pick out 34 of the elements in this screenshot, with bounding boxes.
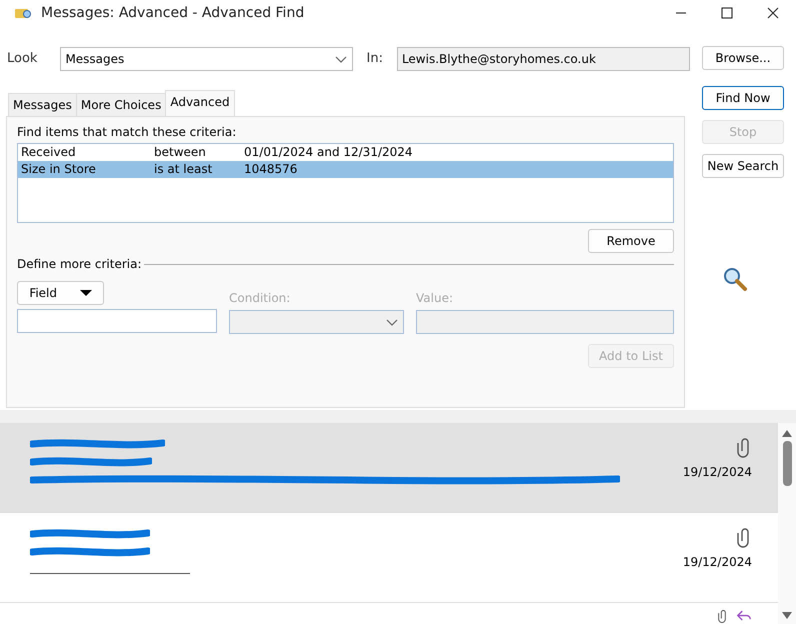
app-icon <box>14 6 32 20</box>
message-date: 19/12/2024 <box>682 464 752 481</box>
message-item[interactable]: 19/12/2024 <box>0 423 778 513</box>
criteria-row[interactable]: Size in Store is at least 1048576 <box>18 161 673 178</box>
browse-button[interactable]: Browse... <box>702 46 784 70</box>
folder-field: Lewis.Blythe@storyhomes.co.uk <box>396 47 690 71</box>
field-input[interactable] <box>17 309 217 333</box>
define-heading: Define more criteria: <box>17 256 142 273</box>
action-button[interactable]: New Search <box>702 154 784 178</box>
tab[interactable]: Messages <box>8 93 77 116</box>
tab[interactable]: Advanced <box>165 90 235 116</box>
value-label: Value: <box>416 291 453 305</box>
look-label: Look <box>7 50 38 68</box>
magnifier-icon <box>722 266 748 292</box>
tab[interactable]: More Choices <box>76 93 166 116</box>
window-title: Messages: Advanced - Advanced Find <box>41 4 306 22</box>
field-button[interactable]: Field <box>17 281 104 305</box>
maximize-icon <box>721 7 733 19</box>
action-button[interactable]: Find Now <box>702 86 784 110</box>
remove-button[interactable]: Remove <box>588 229 674 253</box>
condition-label: Condition: <box>229 291 290 305</box>
scrollbar-thumb[interactable] <box>782 441 792 486</box>
scroll-up-icon <box>782 429 792 437</box>
caret-down-icon <box>80 289 92 297</box>
criteria-row[interactable]: Received between 01/01/2024 and 12/31/2024 <box>18 144 673 161</box>
in-label: In: <box>366 50 383 68</box>
message-date: 19/12/2024 <box>682 554 752 571</box>
criteria-heading: Find items that match these criteria: <box>17 125 236 139</box>
close-icon <box>767 7 779 19</box>
message-item[interactable]: 19/12/2024 <box>0 513 778 603</box>
look-dropdown[interactable]: Messages <box>60 47 352 71</box>
condition-dropdown[interactable] <box>229 310 404 334</box>
scrollbar[interactable] <box>778 423 796 624</box>
scroll-down-icon <box>782 612 792 620</box>
